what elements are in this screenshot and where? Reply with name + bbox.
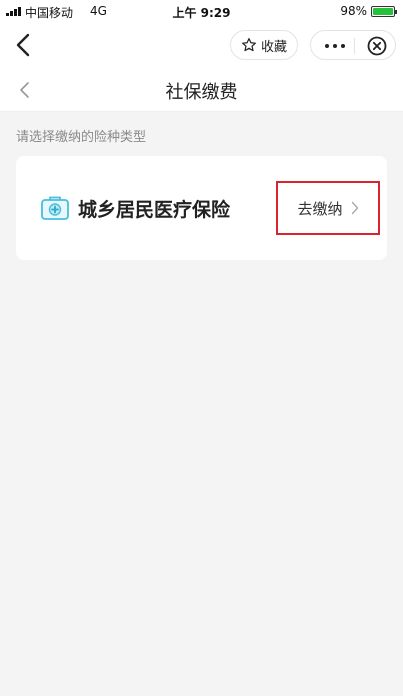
favorite-button[interactable]: 收藏: [230, 30, 298, 60]
battery-fill: [373, 8, 393, 15]
capsule-divider: [354, 38, 355, 54]
mini-program-capsule: [310, 30, 396, 60]
go-pay-label: 去缴纳: [297, 199, 343, 218]
medical-kit-icon: [41, 196, 69, 220]
chevron-left-icon[interactable]: [12, 32, 36, 58]
page-title: 社保缴费: [165, 82, 238, 103]
star-icon: [242, 38, 256, 52]
battery-icon: [371, 6, 397, 17]
chevron-right-icon: [351, 201, 358, 215]
go-pay-button[interactable]: 去缴纳: [276, 181, 380, 235]
insurance-card[interactable]: 城乡居民医疗保险 去缴纳: [16, 156, 387, 260]
section-hint: 请选择缴纳的险种类型: [16, 130, 147, 145]
nav-bar: 收藏: [0, 22, 403, 68]
status-bar: 中国移动 4G 上午 9:29 98%: [0, 0, 403, 22]
close-circle-icon[interactable]: [359, 34, 395, 58]
favorite-label: 收藏: [260, 39, 287, 55]
page-header: 社保缴费: [0, 68, 403, 112]
wechat-mini-program-screen: 中国移动 4G 上午 9:29 98% 收藏 社保缴费 请选择缴纳的险种类型 城…: [0, 0, 403, 696]
battery-percent: 98%: [340, 4, 367, 18]
more-icon[interactable]: [315, 31, 355, 61]
insurance-name: 城乡居民医疗保险: [78, 199, 231, 221]
